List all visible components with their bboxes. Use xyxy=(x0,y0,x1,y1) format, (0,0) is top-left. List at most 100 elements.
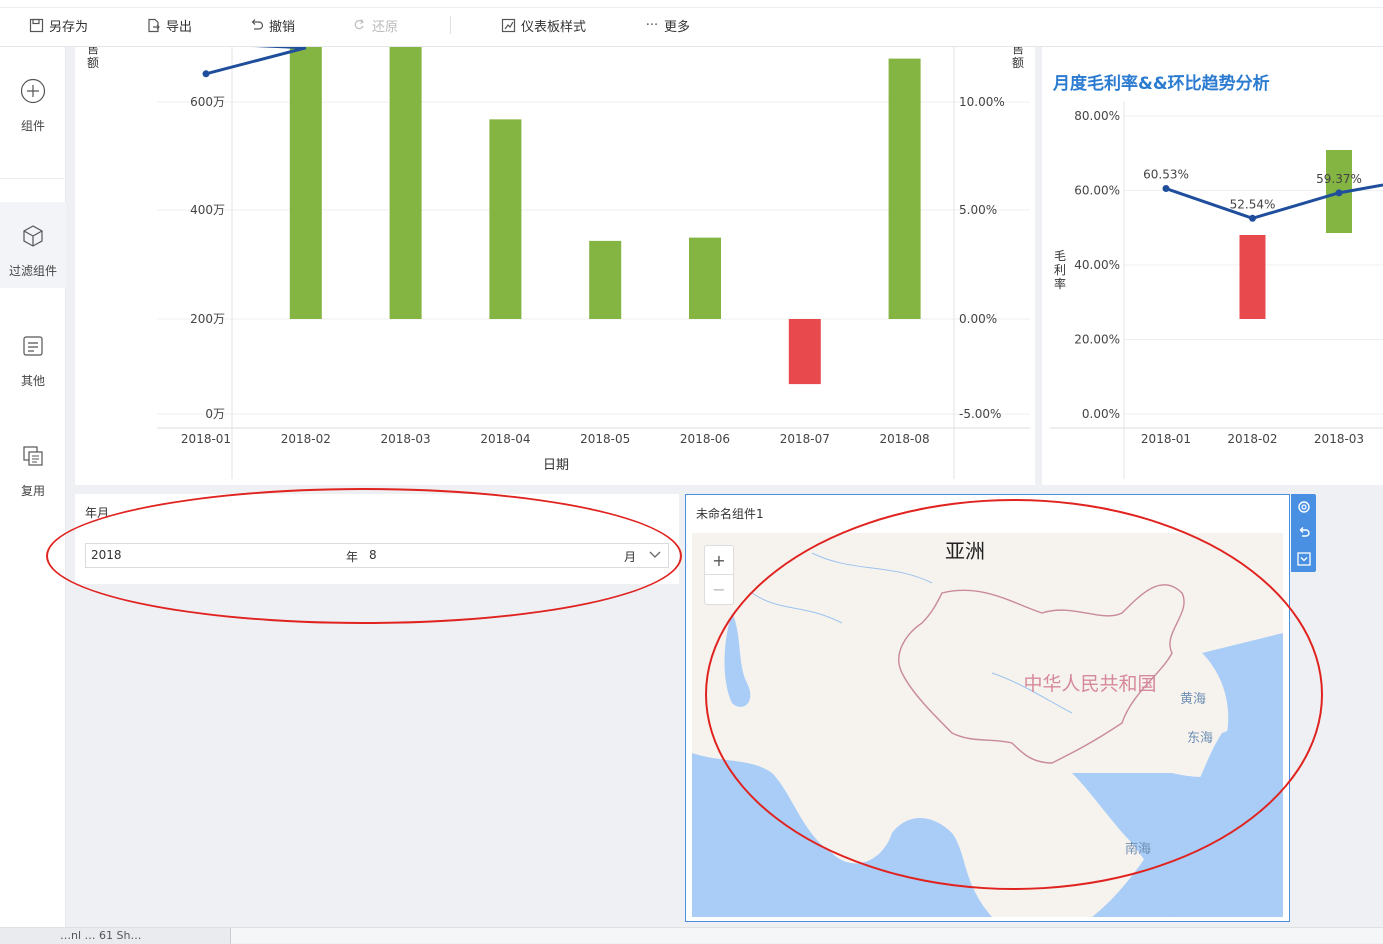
sheet-tab-bar: …nl … 61 Sh… xyxy=(0,927,1383,944)
year-value: 2018 xyxy=(91,548,122,562)
y-tick-label: 0.00% xyxy=(1082,407,1120,421)
y-left-tick-label: 400万 xyxy=(190,203,225,217)
bar xyxy=(589,240,622,319)
sidebar-item-label: 复用 xyxy=(20,484,45,498)
sidebar-item-filter-components[interactable]: 过滤组件 xyxy=(0,202,66,288)
save-as-button[interactable]: 另存为 xyxy=(28,14,88,36)
x-tick-label: 2018-06 xyxy=(680,432,730,446)
toolbar: 另存为 导出 撤销 还原 仪表板样式 ··· 更多 xyxy=(0,0,1383,47)
y-right-tick-label: -5.00% xyxy=(959,407,1001,421)
line-point xyxy=(1249,214,1256,222)
x-tick-label: 2018-02 xyxy=(281,432,331,446)
map-tool-strip xyxy=(1291,494,1316,572)
label-china: 中华人民共和国 xyxy=(1023,673,1156,695)
x-tick-label: 2018-04 xyxy=(480,432,530,446)
y-right-tick-label: 5.00% xyxy=(959,203,997,217)
save-icon xyxy=(28,17,44,33)
sheet-tab[interactable]: …nl … 61 Sh… xyxy=(0,928,231,944)
year-month-select[interactable]: 2018 年 8 月 xyxy=(85,543,669,568)
save-as-label: 另存为 xyxy=(49,19,89,35)
sidebar: 组件 过滤组件 其他 复用 xyxy=(0,47,66,927)
zoom-out-button[interactable]: − xyxy=(705,575,733,604)
label-south-sea: 南海 xyxy=(1125,841,1151,857)
more-button[interactable]: ··· 更多 xyxy=(645,14,690,36)
bar xyxy=(289,0,322,320)
undo-button[interactable]: 撤销 xyxy=(248,14,295,36)
x-tick-label: 2018-05 xyxy=(580,432,630,446)
sidebar-item-components[interactable]: 组件 xyxy=(0,57,66,143)
sidebar-item-label: 其他 xyxy=(20,374,45,388)
dashboard-style-button[interactable]: 仪表板样式 xyxy=(500,14,586,36)
y-left-axis-label: 售额 xyxy=(87,47,99,70)
bar xyxy=(888,58,921,319)
gross-margin-chart-panel: 月度毛利率&&环比趋势分析 60.53% 52.54% 59.37% 0.00% 20… xyxy=(1042,47,1383,485)
sales-chart: 0万 200万 400万 600万 -5.00% 0.00% 5.00% 10.00% 2018… xyxy=(87,0,1030,479)
redo-icon xyxy=(351,17,367,33)
y-tick-label: 20.00% xyxy=(1074,333,1120,347)
export-icon xyxy=(145,17,161,33)
line-point xyxy=(1162,185,1170,193)
undo-icon xyxy=(248,17,264,33)
undo-icon[interactable] xyxy=(1291,520,1316,546)
copy-icon xyxy=(19,442,47,470)
redo-label: 还原 xyxy=(372,19,399,35)
x-tick-label: 2018-01 xyxy=(1141,432,1191,446)
sidebar-item-reuse[interactable]: 复用 xyxy=(0,422,66,508)
x-tick-label: 2018-03 xyxy=(381,432,431,446)
asia-map: 亚洲 中华人民共和国 黄海 东海 南海 xyxy=(692,533,1283,917)
map-title: 未命名组件1 xyxy=(696,507,764,521)
y-left-tick-label: 600万 xyxy=(190,95,225,109)
bar xyxy=(489,119,522,319)
dashboard-style-icon xyxy=(500,17,516,33)
label-asia: 亚洲 xyxy=(945,539,985,563)
plus-circle-icon xyxy=(19,77,47,105)
label-yellow-sea: 黄海 xyxy=(1180,692,1206,707)
map-canvas[interactable]: 亚洲 中华人民共和国 黄海 东海 南海 + − xyxy=(692,533,1283,917)
bar xyxy=(689,237,721,319)
bar xyxy=(1239,235,1266,319)
y-tick-label: 80.00% xyxy=(1074,109,1120,123)
x-tick-label: 2018-08 xyxy=(880,432,930,446)
y-right-tick-label: 0.00% xyxy=(959,312,997,326)
sidebar-item-other[interactable]: 其他 xyxy=(0,312,66,398)
y-tick-label: 60.00% xyxy=(1074,184,1120,198)
chevron-down-icon[interactable] xyxy=(648,547,662,564)
y-left-tick-label: 200万 xyxy=(190,312,225,326)
cube-icon xyxy=(19,222,47,250)
export-button[interactable]: 导出 xyxy=(145,14,192,36)
zoom-in-button[interactable]: + xyxy=(705,546,733,575)
year-month-filter-panel: 年 月 2018 年 8 月 xyxy=(75,494,679,584)
data-label: 52.54% xyxy=(1230,197,1276,211)
sidebar-item-label: 过滤组件 xyxy=(8,264,57,278)
line-point xyxy=(202,70,210,78)
redo-button[interactable]: 还原 xyxy=(351,14,398,36)
label-east-sea: 东海 xyxy=(1187,731,1213,746)
y-tick-label: 40.00% xyxy=(1074,258,1120,272)
x-axis-label: 日期 xyxy=(543,458,569,473)
y-left-tick-label: 0万 xyxy=(205,407,225,421)
data-label: 59.37% xyxy=(1316,172,1362,186)
y-right-tick-label: 10.00% xyxy=(959,95,1005,109)
x-tick-label: 2018-02 xyxy=(1227,432,1277,446)
y-right-axis-label: 售额 xyxy=(1012,47,1024,70)
x-tick-label: 2018-07 xyxy=(780,432,830,446)
bar xyxy=(788,319,821,385)
collapse-icon[interactable] xyxy=(1291,546,1316,572)
map-component-panel: 未命名组件1 亚洲 中华人民共和国 黄海 东海 南海 + − xyxy=(685,494,1290,922)
line-point xyxy=(1335,189,1343,197)
toolbar-separator xyxy=(450,16,451,34)
year-unit: 年 xyxy=(346,550,359,564)
dashboard-style-label: 仪表板样式 xyxy=(521,19,587,35)
more-label: 更多 xyxy=(664,19,691,35)
x-tick-label: 2018-03 xyxy=(1314,432,1364,446)
settings-gear-icon[interactable] xyxy=(1291,494,1316,520)
sidebar-item-label: 组件 xyxy=(20,119,45,133)
sidebar-divider xyxy=(0,178,66,179)
gross-margin-chart: 60.53% 52.54% 59.37% 0.00% 20.00% 40.00% 60.0… xyxy=(1050,102,1383,479)
bar xyxy=(389,0,422,320)
top-strip xyxy=(0,0,1383,8)
month-unit: 月 xyxy=(624,550,637,564)
undo-label: 撤销 xyxy=(269,19,296,35)
data-label: 60.53% xyxy=(1143,168,1189,182)
sales-chart-panel: 0万 200万 400万 600万 -5.00% 0.00% 5.00% 10.00% 2018… xyxy=(75,0,1035,485)
